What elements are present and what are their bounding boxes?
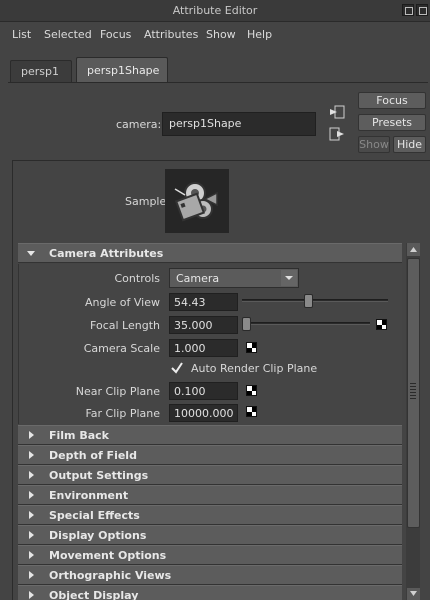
sample-label: Sample: [125, 195, 167, 208]
section-label: Movement Options: [49, 549, 167, 562]
far-clip-field[interactable]: 10000.000: [169, 404, 238, 422]
checker-map-icon[interactable]: [246, 406, 257, 417]
controls-dropdown[interactable]: Camera: [169, 268, 299, 288]
focal-length-field[interactable]: 35.000: [169, 316, 238, 334]
triangle-right-icon: [29, 431, 34, 439]
section-depth-of-field[interactable]: Depth of Field: [18, 445, 402, 465]
section-object-display[interactable]: Object Display: [18, 585, 402, 600]
focus-input-icon[interactable]: [329, 104, 345, 120]
triangle-right-icon: [29, 551, 34, 559]
restore-icon[interactable]: [402, 4, 414, 16]
menu-help[interactable]: Help: [247, 28, 272, 41]
focal-length-slider-track[interactable]: [242, 322, 370, 325]
show-button[interactable]: Show: [358, 136, 390, 153]
hide-button[interactable]: Hide: [393, 136, 426, 153]
menu-show[interactable]: Show: [206, 28, 236, 41]
triangle-right-icon: [29, 451, 34, 459]
angle-of-view-slider-track[interactable]: [242, 299, 388, 302]
sample-swatch: [165, 169, 229, 233]
focal-length-label: Focal Length: [90, 319, 160, 332]
section-label: Film Back: [49, 429, 109, 442]
controls-value: Camera: [176, 272, 220, 285]
tab-persp1[interactable]: persp1: [10, 60, 72, 82]
chevron-down-icon: [281, 270, 297, 286]
triangle-right-icon: [29, 591, 34, 599]
window-title: Attribute Editor: [172, 4, 258, 17]
angle-of-view-slider-thumb[interactable]: [303, 294, 313, 308]
menu-bar: List Selected Focus Attributes Show Help: [0, 22, 430, 46]
section-display-options[interactable]: Display Options: [18, 525, 402, 545]
section-label: Output Settings: [49, 469, 149, 482]
section-label: Orthographic Views: [49, 569, 172, 582]
checker-map-icon[interactable]: [376, 319, 387, 330]
section-environment[interactable]: Environment: [18, 485, 402, 505]
node-type-label: camera:: [116, 118, 162, 131]
checker-map-icon[interactable]: [246, 342, 257, 353]
camera-scale-field[interactable]: 1.000: [169, 339, 238, 357]
auto-render-clip-label: Auto Render Clip Plane: [191, 362, 318, 375]
triangle-right-icon: [29, 491, 34, 499]
controls-label: Controls: [114, 272, 161, 285]
near-clip-label: Near Clip Plane: [75, 385, 160, 398]
scroll-down-arrow-icon[interactable]: [407, 588, 420, 600]
section-camera-attributes[interactable]: Camera Attributes: [18, 243, 402, 263]
section-label: Camera Attributes: [49, 247, 164, 260]
scroll-up-arrow-icon[interactable]: [407, 243, 420, 256]
camera-scale-label: Camera Scale: [83, 342, 160, 355]
menu-focus[interactable]: Focus: [100, 28, 131, 41]
section-label: Special Effects: [49, 509, 140, 522]
tab-divider: [8, 82, 428, 83]
auto-render-clip-checkbox[interactable]: [170, 361, 184, 375]
section-label: Depth of Field: [49, 449, 137, 462]
camera-sample-icon: [174, 182, 218, 222]
presets-button[interactable]: Presets: [358, 114, 426, 131]
section-label: Object Display: [49, 589, 139, 600]
menu-selected[interactable]: Selected: [44, 28, 92, 41]
close-icon[interactable]: [416, 4, 428, 16]
section-film-back[interactable]: Film Back: [18, 425, 402, 445]
section-label: Display Options: [49, 529, 147, 542]
focus-output-icon[interactable]: [329, 126, 345, 142]
checker-map-icon[interactable]: [246, 385, 257, 396]
section-movement-options[interactable]: Movement Options: [18, 545, 402, 565]
menu-attributes[interactable]: Attributes: [144, 28, 198, 41]
triangle-down-icon: [27, 251, 35, 256]
triangle-right-icon: [29, 531, 34, 539]
tab-persp1shape[interactable]: persp1Shape: [76, 57, 168, 82]
section-label: Environment: [49, 489, 129, 502]
node-name-field[interactable]: persp1Shape: [162, 112, 316, 136]
section-special-effects[interactable]: Special Effects: [18, 505, 402, 525]
menu-list[interactable]: List: [12, 28, 31, 41]
near-clip-field[interactable]: 0.100: [169, 382, 238, 400]
far-clip-label: Far Clip Plane: [85, 407, 160, 420]
angle-of-view-label: Angle of View: [84, 296, 160, 309]
scrollbar-grip: [410, 383, 416, 399]
focal-length-slider-thumb[interactable]: [242, 317, 251, 331]
section-orthographic-views[interactable]: Orthographic Views: [18, 565, 402, 585]
triangle-right-icon: [29, 471, 34, 479]
triangle-right-icon: [29, 571, 34, 579]
angle-of-view-field[interactable]: 54.43: [169, 293, 238, 311]
title-bar: Attribute Editor: [0, 0, 430, 22]
triangle-right-icon: [29, 511, 34, 519]
section-output-settings[interactable]: Output Settings: [18, 465, 402, 485]
focus-button[interactable]: Focus: [358, 92, 426, 109]
